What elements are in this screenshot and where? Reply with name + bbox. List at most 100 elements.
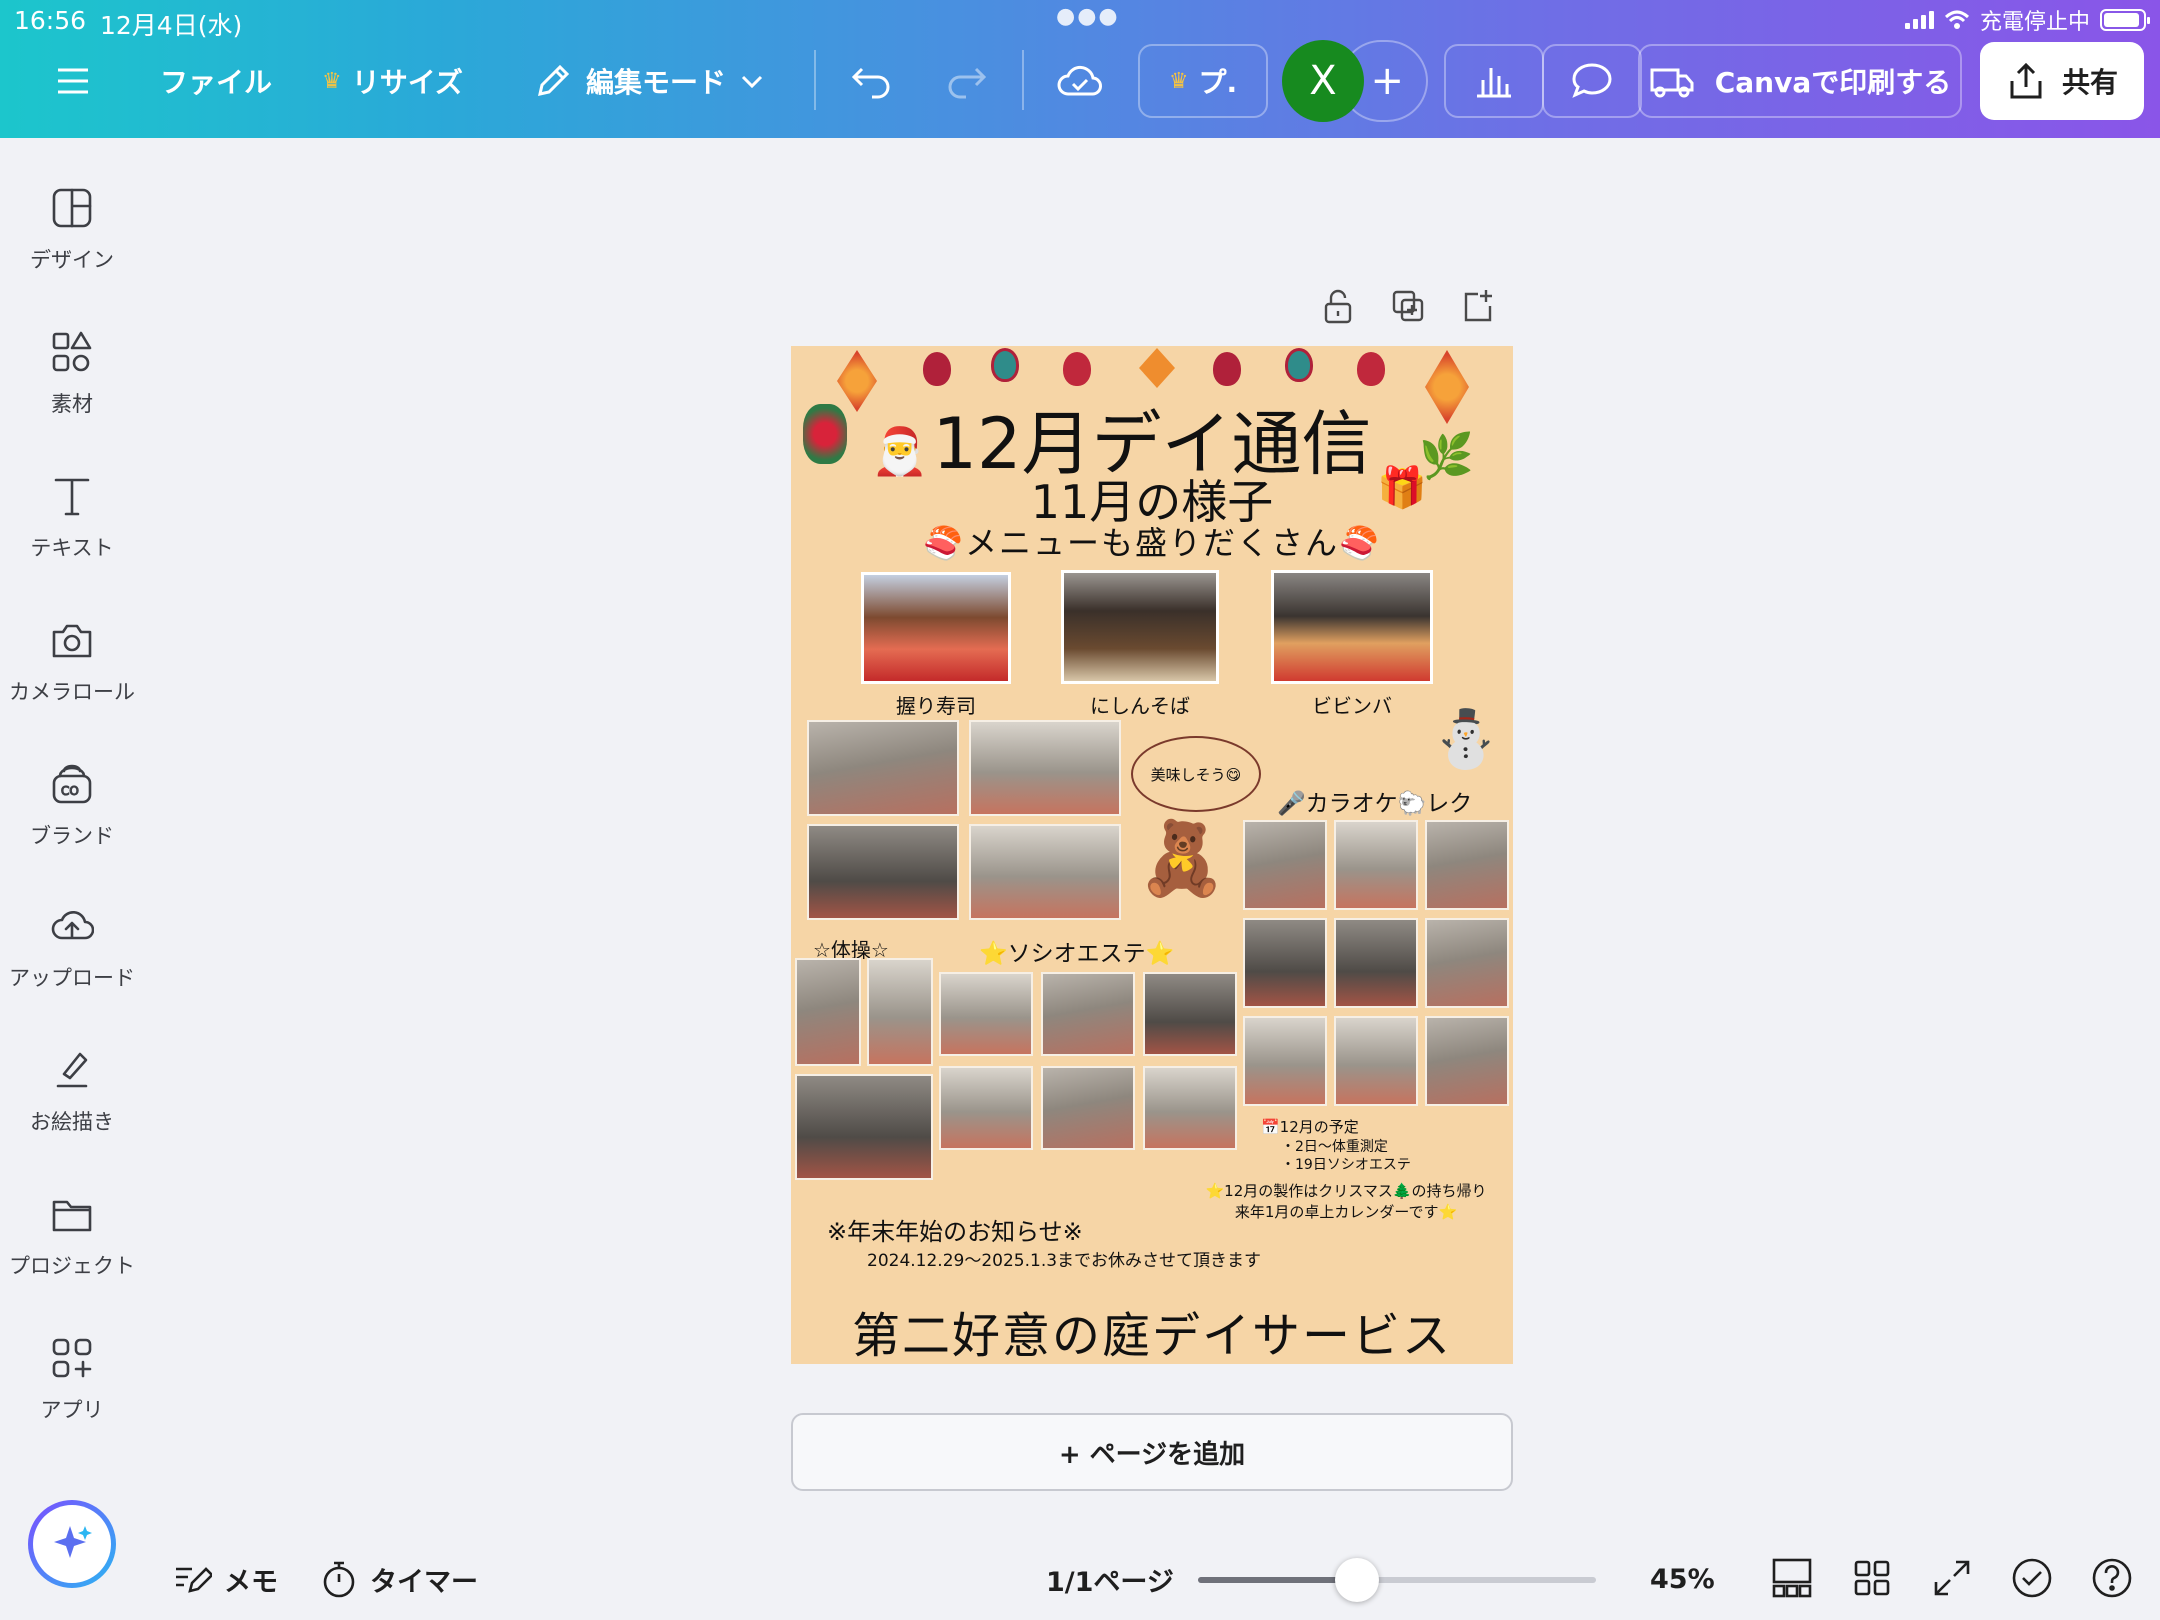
karaoke-heading: 🎤カラオケ🐑レク xyxy=(1277,791,1473,817)
sidebar-item-label: アップロード xyxy=(9,966,135,990)
fullscreen-button[interactable] xyxy=(1930,1556,1974,1604)
sushi-photo xyxy=(861,572,1011,684)
beauty-photo xyxy=(1041,972,1135,1056)
insights-button[interactable] xyxy=(1444,44,1544,118)
craft-note: 来年1月の卓上カレンダーです⭐ xyxy=(1234,1203,1458,1221)
schedule-line: ・19日ソシオエステ xyxy=(1281,1157,1411,1173)
cellular-signal-icon xyxy=(1904,11,1934,29)
avatar[interactable]: X xyxy=(1282,40,1364,122)
truck-icon xyxy=(1650,68,1694,98)
wifi-icon xyxy=(1944,10,1969,29)
page-indicator[interactable]: 1/1ページ xyxy=(1046,1550,1174,1608)
help-icon xyxy=(2092,1558,2132,1598)
plus-icon: + xyxy=(1370,58,1404,104)
redo-button[interactable] xyxy=(944,44,988,118)
brand-icon: CO xyxy=(52,764,92,804)
resize-label: リサイズ xyxy=(351,66,463,99)
ornament xyxy=(1357,352,1385,386)
notes-button[interactable]: メモ xyxy=(172,1550,278,1608)
grid-view-button[interactable] xyxy=(1850,1556,1894,1604)
share-label: 共有 xyxy=(2061,66,2118,99)
pro-label: プ. xyxy=(1198,66,1238,99)
notice-body: 2024.12.29〜2025.1.3までお休みさせて頂きます xyxy=(867,1251,1262,1271)
sidebar-item-brand[interactable]: CO ブランド xyxy=(0,762,144,882)
craft-note: ⭐12月の製作はクリスマス🌲の持ち帰り xyxy=(1205,1182,1487,1200)
duplicate-page-icon[interactable] xyxy=(1390,288,1426,324)
sidebar-item-label: お絵描き xyxy=(30,1110,114,1134)
file-menu-button[interactable]: ファイル xyxy=(160,44,272,118)
menu-heading: 🍣メニューも盛りだくさん🍣 xyxy=(923,524,1381,562)
undo-button[interactable] xyxy=(850,44,894,118)
top-toolbar: 16:56 12月4日(水) ●●● 充電停止中 ファイル ♛ リサイズ 編集モ… xyxy=(0,0,2160,138)
schedule-heading: 📅12月の予定 xyxy=(1261,1118,1359,1136)
edit-mode-dropdown[interactable]: 編集モード xyxy=(534,44,764,118)
design-icon xyxy=(52,188,92,228)
add-page-icon[interactable] xyxy=(1460,288,1496,324)
crown-icon: ♛ xyxy=(1168,68,1189,94)
sidebar-item-text[interactable]: テキスト xyxy=(0,474,144,594)
food-label: にしんそば xyxy=(1090,694,1190,718)
zoom-slider-thumb[interactable] xyxy=(1335,1558,1379,1602)
draw-icon xyxy=(56,1052,88,1088)
page-tools xyxy=(1320,288,1496,324)
hamburger-icon xyxy=(58,68,88,94)
check-button[interactable] xyxy=(2010,1556,2054,1604)
zoom-slider[interactable] xyxy=(1198,1558,1596,1602)
beauty-photo xyxy=(1143,1066,1237,1150)
sidebar-item-label: 素材 xyxy=(51,392,93,416)
karaoke-photo xyxy=(1425,918,1509,1008)
zoom-level[interactable]: 45% xyxy=(1650,1550,1715,1608)
resize-button[interactable]: ♛ リサイズ xyxy=(322,44,463,118)
exercise-photo xyxy=(795,958,861,1066)
pencil-icon xyxy=(538,64,570,96)
timer-icon xyxy=(323,1561,355,1598)
speech-bubble: 美味しそう😋 xyxy=(1131,736,1261,812)
battery-icon xyxy=(2100,9,2150,31)
karaoke-photo xyxy=(1334,820,1418,910)
help-button[interactable] xyxy=(2090,1556,2134,1604)
check-circle-icon xyxy=(2012,1558,2052,1598)
bear-illustration: 🧸 xyxy=(1137,816,1227,900)
timer-button[interactable]: タイマー xyxy=(320,1550,478,1608)
upload-icon xyxy=(51,910,94,940)
print-label: Canvaで印刷する xyxy=(1714,66,1952,99)
text-icon xyxy=(54,478,90,516)
karaoke-photo xyxy=(1334,1016,1418,1106)
cloud-save-button[interactable] xyxy=(1056,44,1104,118)
share-button[interactable]: 共有 xyxy=(1980,42,2144,120)
ornament xyxy=(991,348,1019,382)
status-indicators: 充電停止中 xyxy=(1904,4,2150,36)
ornament xyxy=(1063,352,1091,386)
sidebar-item-elements[interactable]: 素材 xyxy=(0,330,144,450)
multitask-dots-icon[interactable]: ●●● xyxy=(1056,4,1120,29)
sidebar-item-projects[interactable]: プロジェクト xyxy=(0,1192,144,1312)
nishin-soba-photo xyxy=(1061,570,1219,684)
beauty-photo xyxy=(1143,972,1237,1056)
karaoke-photo xyxy=(1425,1016,1509,1106)
magic-assistant-button[interactable] xyxy=(28,1500,116,1588)
elements-icon xyxy=(52,331,92,372)
zoom-slider-fill xyxy=(1198,1577,1357,1583)
beauty-photo xyxy=(939,1066,1033,1150)
exercise-photo xyxy=(867,958,933,1066)
lock-icon[interactable] xyxy=(1320,288,1356,324)
edit-mode-label: 編集モード xyxy=(586,66,727,99)
sidebar-item-upload[interactable]: アップロード xyxy=(0,904,144,1024)
sidebar-item-apps[interactable]: アプリ xyxy=(0,1336,144,1456)
comments-button[interactable] xyxy=(1542,44,1642,118)
expand-icon xyxy=(1934,1560,1970,1596)
speech-text: 美味しそう😋 xyxy=(1150,765,1242,784)
karaoke-photo xyxy=(1425,820,1509,910)
toolbar-divider xyxy=(1022,50,1024,110)
pro-features-button[interactable]: ♛ プ. xyxy=(1138,44,1268,118)
sidebar-item-draw[interactable]: お絵描き xyxy=(0,1048,144,1168)
add-page-button[interactable]: + ページを追加 xyxy=(791,1413,1513,1491)
sidebar-item-design[interactable]: デザイン xyxy=(0,186,144,306)
sidebar-item-label: デザイン xyxy=(30,248,114,272)
sidebar-item-label: アプリ xyxy=(40,1398,104,1422)
menu-button[interactable] xyxy=(48,44,98,118)
page-view-button[interactable] xyxy=(1770,1556,1814,1604)
print-with-canva-button[interactable]: Canvaで印刷する xyxy=(1638,44,1962,118)
design-page[interactable]: 🎅 🌿 🎁 12月デイ通信 11月の様子 🍣メニューも盛りだくさん🍣 握り寿司 … xyxy=(791,346,1513,1364)
sidebar-item-camera-roll[interactable]: カメラロール xyxy=(0,618,144,738)
